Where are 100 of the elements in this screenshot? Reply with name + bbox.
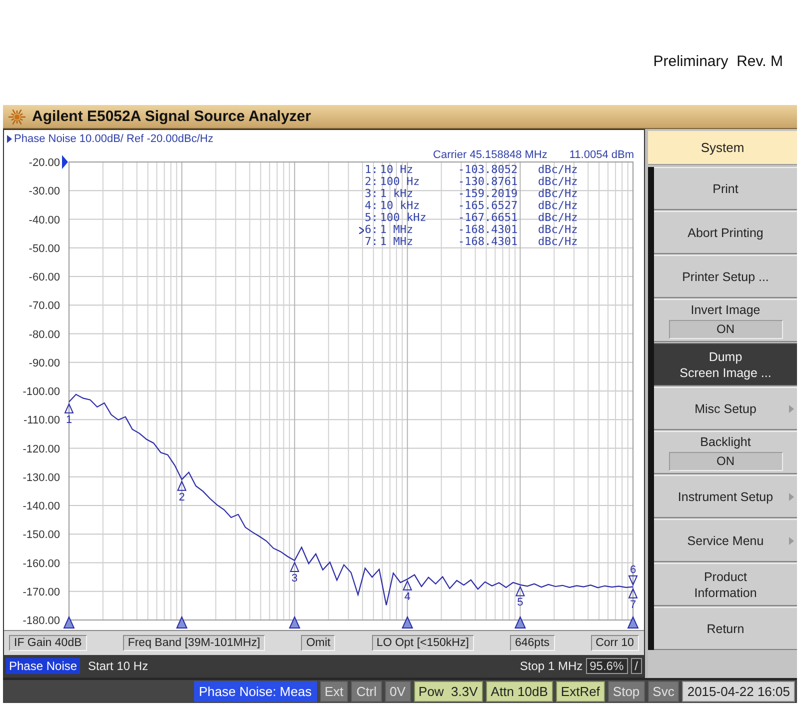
marker-number: 7: <box>364 236 378 248</box>
marker-label: 6 <box>630 564 636 576</box>
axis-tick-label: -110.00 <box>24 414 60 427</box>
status-indicator: Attn 10dB <box>486 681 553 702</box>
axis-tick-label: -100.00 <box>22 386 60 398</box>
marker-number: 6: <box>364 224 378 236</box>
status-indicator: 2015-04-22 16:05 <box>682 681 795 702</box>
marker-number: 4: <box>364 200 378 212</box>
stop-frequency: Stop 1 MHz <box>520 659 583 673</box>
start-frequency: Start 10 Hz <box>88 659 148 673</box>
marker-position-icon <box>402 616 414 628</box>
softkey-button[interactable]: Instrument Setup <box>654 475 797 518</box>
marker-frequency: 10 kHz <box>380 200 421 212</box>
marker-unit: dBc/Hz <box>538 212 579 224</box>
marker-label: 4 <box>404 590 410 603</box>
marker-value: -167.6651 <box>458 212 519 224</box>
axis-tick-label: -140.00 <box>22 500 60 512</box>
axis-tick-label: -30.00 <box>28 186 60 198</box>
carrier-power: 11.0054 dBm <box>569 149 634 161</box>
submenu-arrow-icon <box>789 404 794 412</box>
axis-tick-label: -20.00 <box>28 157 60 169</box>
starburst-icon <box>8 108 26 126</box>
marker-unit: dBc/Hz <box>538 200 579 212</box>
window-title: Agilent E5052A Signal Source Analyzer <box>32 108 311 125</box>
marker-number: 5: <box>364 212 378 224</box>
status-indicator: Svc <box>648 681 680 702</box>
status-indicator: ExtRef <box>556 681 605 702</box>
status-indicator: Stop <box>608 681 645 702</box>
axis-tick-label: -180.00 <box>22 615 60 627</box>
status-indicator: Pow 3.3V <box>414 681 483 702</box>
axis-tick-label: -150.00 <box>22 529 60 542</box>
marker-value: -159.2019 <box>458 188 519 200</box>
setting-indicator: Freq Band [39M-101MHz] <box>122 635 266 651</box>
softkey-button[interactable]: Dump Screen Image ... <box>654 343 797 386</box>
setting-indicator: LO Opt [<150kHz] <box>372 635 474 651</box>
softkey-button[interactable]: Backlight ON <box>654 431 797 474</box>
axis-tick-label: -40.00 <box>28 214 60 226</box>
marker-frequency: 100 kHz <box>380 212 428 224</box>
marker-position-icon <box>63 616 75 628</box>
softkey-button[interactable]: Invert Image ON <box>654 299 797 342</box>
marker-number: 2: <box>364 176 378 188</box>
status-indicator: Ext <box>320 681 348 702</box>
marker-number: 1: <box>364 164 378 176</box>
marker-position-icon <box>627 616 639 628</box>
toggle-value: ON <box>668 320 782 339</box>
softkey-button[interactable]: Service Menu <box>654 519 797 562</box>
marker-unit: dBc/Hz <box>538 164 579 176</box>
axis-tick-label: -70.00 <box>28 300 60 312</box>
softkey-button[interactable]: Product Information <box>654 563 797 606</box>
marker-value: -130.8761 <box>458 176 519 188</box>
axis-tick-label: -130.00 <box>22 472 60 484</box>
status-indicator: Phase Noise: Meas <box>194 681 317 702</box>
axis-tick-label: -170.00 <box>22 586 60 598</box>
softkey-button[interactable]: Misc Setup <box>654 387 797 430</box>
marker-position-icon <box>176 616 188 628</box>
submenu-arrow-icon <box>789 492 794 500</box>
marker-value: -165.6527 <box>458 200 519 212</box>
marker-label: 2 <box>178 491 185 504</box>
setting-indicator: Omit <box>301 635 336 651</box>
marker-position-icon <box>514 616 526 628</box>
marker-number: 3: <box>364 188 378 200</box>
marker-value: -168.4301 <box>458 236 519 248</box>
status-indicator: Ctrl <box>351 681 382 702</box>
submenu-arrow-icon <box>789 536 794 544</box>
marker-frequency: 1 MHz <box>380 236 414 248</box>
axis-tick-label: -50.00 <box>28 242 60 255</box>
marker-label: 5 <box>517 596 524 609</box>
softkey-button[interactable]: Return <box>654 607 797 650</box>
marker-position-icon <box>288 616 300 628</box>
softkey-button[interactable]: Abort Printing <box>654 211 797 254</box>
setting-indicator: 646pts <box>510 635 555 651</box>
marker-value: -103.8052 <box>458 164 519 176</box>
marker-label: 1 <box>66 414 72 426</box>
trace-title: Phase Noise 10.00dB/ Ref -20.00dBc/Hz <box>14 132 214 144</box>
axis-tick-label: -80.00 <box>28 328 60 341</box>
document-revision: Preliminary Rev. M <box>653 53 783 70</box>
marker-value: -168.4301 <box>458 224 519 236</box>
axis-tick-label: -120.00 <box>22 443 60 456</box>
axis-tick-label: -60.00 <box>28 272 60 284</box>
marker-unit: dBc/Hz <box>538 188 579 200</box>
sweep-progress: 95.6% <box>586 658 628 674</box>
toggle-value: ON <box>668 452 782 471</box>
trace-label: Phase Noise <box>6 658 80 674</box>
marker-frequency: 1 MHz <box>380 224 414 236</box>
marker-unit: dBc/Hz <box>538 236 579 248</box>
marker-unit: dBc/Hz <box>538 176 579 188</box>
setting-indicator: Corr 10 <box>590 635 639 651</box>
sweep-indicator: / <box>630 658 642 674</box>
axis-tick-label: -160.00 <box>22 558 60 570</box>
marker-frequency: 1 kHz <box>380 188 414 200</box>
marker-label: 3 <box>292 572 298 584</box>
pointer-triangle-icon <box>7 134 12 142</box>
marker-frequency: 100 Hz <box>380 176 421 188</box>
marker-unit: dBc/Hz <box>538 224 579 236</box>
softkey-button[interactable]: Printer Setup ... <box>654 255 797 298</box>
carrier-frequency: Carrier 45.158848 MHz <box>433 149 548 161</box>
softkey-button[interactable]: Print <box>654 167 797 210</box>
status-indicator: 0V <box>384 681 411 702</box>
marker-label: 7 <box>630 598 636 611</box>
reference-level-icon <box>62 155 68 169</box>
